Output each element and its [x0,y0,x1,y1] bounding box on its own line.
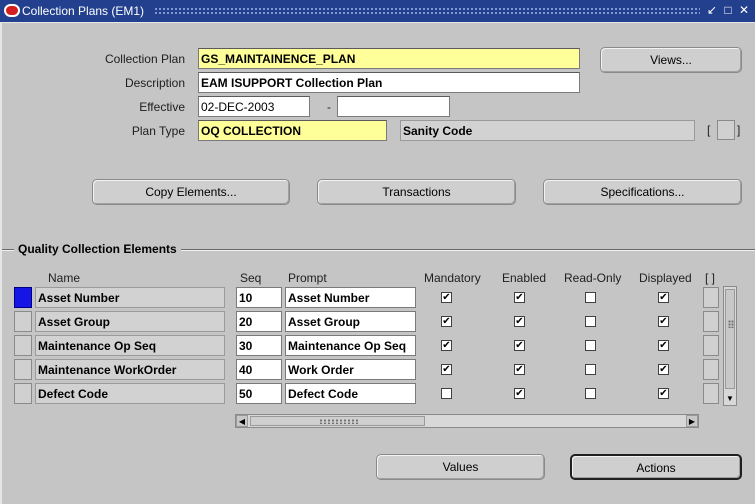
mandatory-checkbox[interactable] [441,388,452,399]
displayed-checkbox[interactable]: ✔ [658,388,669,399]
row-selector[interactable] [14,335,32,356]
element-prompt-cell[interactable]: Asset Number [285,287,416,308]
row-selector[interactable] [14,311,32,332]
element-seq-cell[interactable]: 10 [236,287,282,308]
element-prompt-cell[interactable]: Maintenance Op Seq [285,335,416,356]
row-selector-current[interactable] [14,287,32,308]
enabled-checkbox[interactable]: ✔ [514,292,525,303]
description-field[interactable]: EAM ISUPPORT Collection Plan [198,72,580,93]
element-name-cell[interactable]: Maintenance WorkOrder [35,359,225,380]
vertical-scroll-thumb[interactable] [725,289,735,389]
descriptive-flexfield-button[interactable] [717,120,735,140]
row-flex-button[interactable] [703,335,719,356]
column-header-prompt: Prompt [288,271,327,285]
enabled-checkbox[interactable]: ✔ [514,364,525,375]
read-only-checkbox[interactable] [585,388,596,399]
transactions-button[interactable]: Transactions [317,179,516,205]
element-name-cell[interactable]: Maintenance Op Seq [35,335,225,356]
element-prompt-cell[interactable]: Work Order [285,359,416,380]
element-seq-cell[interactable]: 50 [236,383,282,404]
read-only-checkbox[interactable] [585,316,596,327]
displayed-checkbox[interactable]: ✔ [658,316,669,327]
effective-to-field[interactable] [337,96,450,117]
scroll-left-arrow-icon[interactable]: ◀ [236,415,248,427]
oracle-app-icon [4,4,20,17]
column-header-seq: Seq [240,271,262,285]
effective-from-field[interactable]: 02-DEC-2003 [198,96,310,117]
specifications-button[interactable]: Specifications... [543,179,742,205]
minimize-icon[interactable]: ↙ [705,3,719,18]
titlebar-grip [154,7,700,15]
plan-type-description: Sanity Code [400,120,695,141]
flex-bracket-close: ] [737,123,741,137]
actions-button[interactable]: Actions [570,454,742,480]
element-prompt-cell[interactable]: Asset Group [285,311,416,332]
scroll-down-arrow-icon[interactable]: ▼ [725,394,735,404]
displayed-checkbox[interactable]: ✔ [658,364,669,375]
column-header-enabled: Enabled [502,271,547,285]
column-header-mandatory: Mandatory [424,271,481,285]
effective-separator: - [327,100,331,114]
window-title: Collection Plans (EM1) [22,4,145,18]
enabled-checkbox[interactable]: ✔ [514,316,525,327]
effective-label: Effective [139,100,185,114]
element-seq-cell[interactable]: 30 [236,335,282,356]
enabled-checkbox[interactable]: ✔ [514,340,525,351]
scroll-right-arrow-icon[interactable]: ▶ [686,415,698,427]
row-selector[interactable] [14,383,32,404]
flex-bracket-open: [ [707,123,711,137]
read-only-checkbox[interactable] [585,364,596,375]
row-flex-button[interactable] [703,287,719,308]
column-header-read-only: Read-Only [564,271,622,285]
description-label: Description [124,76,185,90]
row-flex-button[interactable] [703,359,719,380]
enabled-checkbox[interactable]: ✔ [514,388,525,399]
plan-type-label: Plan Type [131,124,185,138]
copy-elements-button[interactable]: Copy Elements... [92,179,290,205]
section-title: Quality Collection Elements [14,242,181,256]
plan-type-field[interactable]: OQ COLLECTION [198,120,387,141]
values-button[interactable]: Values [376,454,545,480]
read-only-checkbox[interactable] [585,340,596,351]
horizontal-scroll-thumb[interactable] [250,416,425,426]
vertical-scrollbar[interactable]: ▼ [723,286,737,406]
form-canvas: Collection Plan GS_MAINTAINENCE_PLAN Vie… [0,22,755,504]
displayed-checkbox[interactable]: ✔ [658,340,669,351]
element-seq-cell[interactable]: 40 [236,359,282,380]
row-selector[interactable] [14,359,32,380]
element-name-cell[interactable]: Defect Code [35,383,225,404]
mandatory-checkbox[interactable]: ✔ [441,340,452,351]
window-titlebar: Collection Plans (EM1) ↙ □ ✕ [0,0,755,22]
scroll-grip-icon [319,419,359,424]
column-header-displayed: Displayed [639,271,692,285]
mandatory-checkbox[interactable]: ✔ [441,316,452,327]
element-name-cell[interactable]: Asset Group [35,311,225,332]
row-flex-button[interactable] [703,311,719,332]
collection-plan-field[interactable]: GS_MAINTAINENCE_PLAN [198,48,580,69]
mandatory-checkbox[interactable]: ✔ [441,364,452,375]
close-icon[interactable]: ✕ [737,3,751,18]
element-prompt-cell[interactable]: Defect Code [285,383,416,404]
row-flex-button[interactable] [703,383,719,404]
horizontal-scrollbar[interactable]: ◀ ▶ [235,414,699,428]
collection-plan-label: Collection Plan [104,52,185,66]
displayed-checkbox[interactable]: ✔ [658,292,669,303]
scroll-grip-icon [728,320,734,328]
element-name-cell[interactable]: Asset Number [35,287,225,308]
column-header-flex: [ ] [705,271,716,285]
element-seq-cell[interactable]: 20 [236,311,282,332]
views-button[interactable]: Views... [600,47,742,73]
maximize-icon[interactable]: □ [721,3,735,18]
mandatory-checkbox[interactable]: ✔ [441,292,452,303]
column-header-name: Name [48,271,81,285]
read-only-checkbox[interactable] [585,292,596,303]
